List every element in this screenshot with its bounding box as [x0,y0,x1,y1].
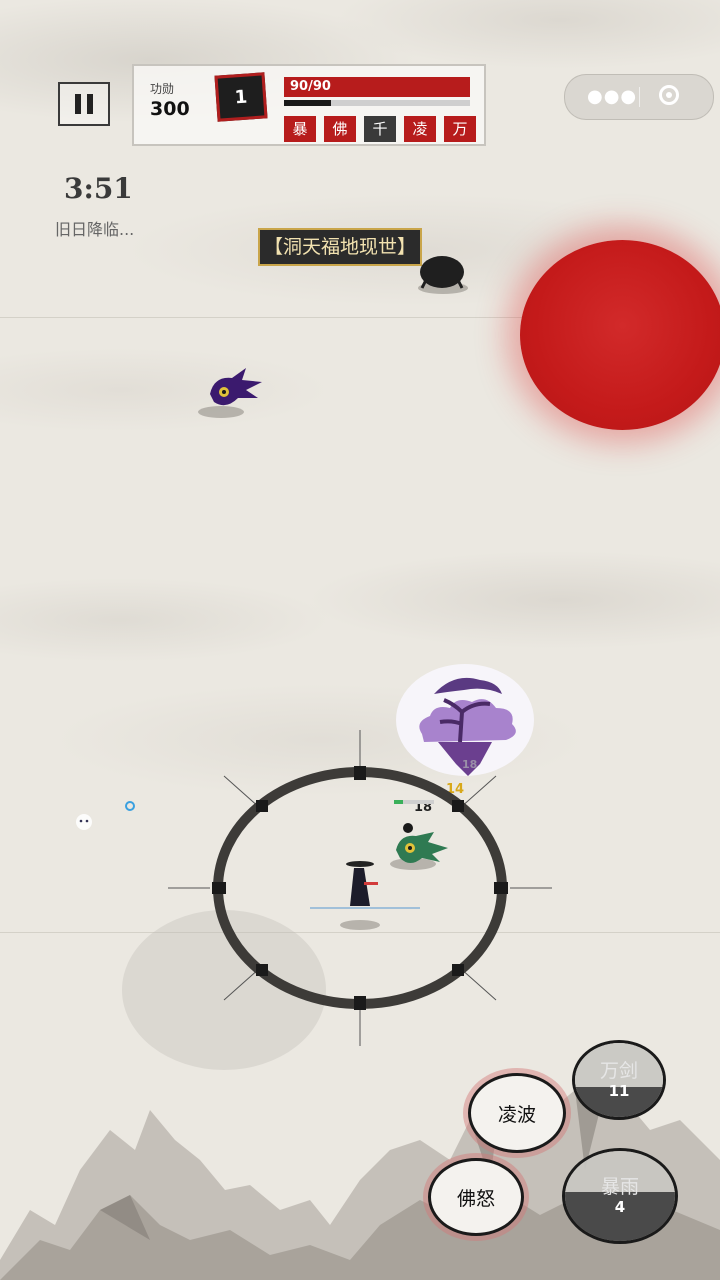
merit-value: 300 [150,98,190,120]
mini-program-capsule[interactable]: ●●● [564,74,714,120]
enemy-hp-fill [394,800,403,804]
white-spirit-enemy [76,814,92,830]
skill-button-lingbo[interactable]: 凌波 [468,1073,566,1153]
black-beetle-enemy [420,256,464,289]
skill-label-wanjian: 万剑 [599,1060,638,1082]
status-panel: 功勋 300 1 90/90 暴佛千凌万 [132,64,486,146]
wave-status-text: 旧日降临... [55,220,135,239]
pause-icon [75,94,81,114]
skill-count-wanjian: 11 [608,1082,630,1100]
blood-sun-orb [520,240,720,430]
blue-spirit-orb [125,801,135,811]
xp-bar-fill [284,100,331,106]
hp-bar: 90/90 [284,77,470,97]
skill-label-baoyu: 暴雨 [600,1176,639,1198]
skill-tag: 万 [444,116,476,142]
skill-button-baoyu[interactable]: 暴雨 4 [562,1148,678,1244]
skill-tag: 佛 [324,116,356,142]
skill-tag-row: 暴佛千凌万 [284,116,476,142]
skill-tag: 凌 [404,116,436,142]
xp-bar [284,100,470,106]
merit-label: 功勋 [150,82,175,96]
skill-tag: 千 [364,116,396,142]
level-badge: 1 [214,72,268,122]
enemy-hp-bar [394,800,434,804]
event-banner: 【洞天福地现世】 [258,228,423,266]
skill-button-wanjian[interactable]: 万剑 11 [572,1040,666,1120]
pause-icon-bar [87,94,93,114]
skill-count-baoyu: 4 [614,1198,626,1216]
skill-label-fonu: 佛怒 [456,1187,495,1210]
survival-timer: 3:51 [64,172,133,205]
purple-crow-enemy [210,368,262,406]
hp-text: 90/90 [290,79,331,94]
target-circle-icon[interactable] [659,85,679,105]
player-shadow [340,920,380,930]
skill-button-fonu[interactable]: 佛怒 [428,1158,524,1236]
skill-tag: 暴 [284,116,316,142]
capsule-divider [639,87,640,107]
pause-button[interactable] [58,82,110,126]
more-dots-icon[interactable]: ●●● [587,88,637,106]
skill-label-lingbo: 凌波 [497,1103,536,1126]
player-swordsman [310,861,420,909]
